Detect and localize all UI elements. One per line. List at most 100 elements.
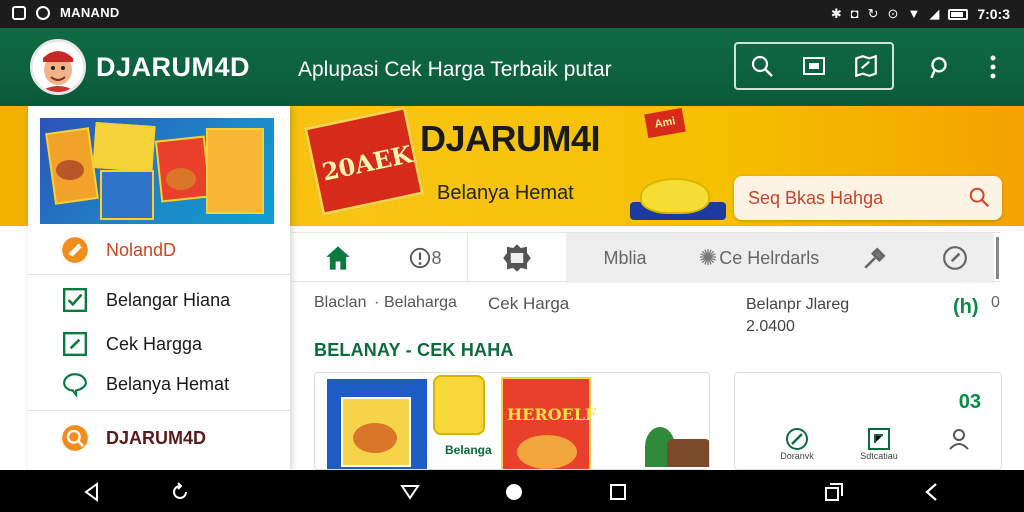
- app-bar: DJARUM4D Aplupasi Cek Harga Terbaik puta…: [0, 28, 1024, 106]
- product-image-1[interactable]: [327, 379, 427, 469]
- tool-icon: [864, 247, 886, 269]
- product-card[interactable]: Belanga HEROELF: [314, 372, 710, 470]
- banner-banana: [640, 178, 710, 214]
- search-icon[interactable]: [968, 186, 990, 213]
- product-image-3[interactable]: HEROELF: [501, 377, 596, 469]
- carrier-label: MANAND: [60, 5, 120, 20]
- drawer-divider: [28, 274, 290, 275]
- check-icon: [60, 285, 90, 315]
- action-user[interactable]: [931, 427, 987, 451]
- badge-count: 0: [991, 294, 1000, 311]
- drawer-item-label: NolandD: [106, 239, 177, 260]
- action-count: 03: [958, 391, 981, 413]
- tab-badge[interactable]: [468, 233, 566, 283]
- tab-helrdarls[interactable]: ✺ Ce Helrdarls: [684, 233, 834, 283]
- brand-icon: [60, 423, 90, 453]
- app-subtitle: Aplupasi Cek Harga Terbaik putar: [298, 58, 612, 81]
- avatar[interactable]: [30, 39, 86, 95]
- pen-icon: [786, 428, 808, 450]
- price-label: Belanpr Jlareg: [746, 296, 850, 313]
- breadcrumb-item-3[interactable]: Cek Harga: [488, 294, 569, 314]
- action-resize[interactable]: Sdtcatiau: [851, 427, 907, 461]
- location-icon[interactable]: [924, 52, 954, 82]
- tab-tool[interactable]: [834, 233, 916, 283]
- banner-product-pack: 20AEK: [303, 106, 425, 216]
- drawer-item-belangar[interactable]: Belangar Hiana: [28, 280, 290, 320]
- action-draw[interactable]: Doranvk: [769, 427, 825, 461]
- message-icon: [12, 5, 26, 20]
- price-value: 2.0400: [746, 318, 795, 335]
- banner-brand: DJARUM4I: [420, 118, 601, 159]
- chat-icon: [60, 369, 90, 399]
- home-icon: [326, 246, 350, 270]
- product-caption: Belanga: [445, 443, 492, 457]
- sync-icon: ↻: [867, 6, 879, 21]
- drawer-item-brand[interactable]: DJARUM4D: [28, 418, 290, 458]
- search-icon[interactable]: [746, 50, 778, 82]
- more-icon[interactable]: [978, 52, 1008, 82]
- price-search-placeholder: Seq Bkas Hahga: [748, 188, 884, 208]
- tab-mblia[interactable]: Mblia: [566, 233, 684, 283]
- user-icon: [949, 429, 969, 450]
- side-drawer: NolandD Belangar Hiana Cek Hargga Belany…: [28, 106, 290, 470]
- down-icon[interactable]: [398, 480, 422, 504]
- tab-mblia-label: Mblia: [603, 247, 647, 268]
- tab-info-count: 8: [431, 247, 442, 268]
- sun-icon: ✺: [698, 245, 718, 270]
- drawer-item-belanya-hemat[interactable]: Belanya Hemat: [28, 364, 290, 404]
- action-draw-label: Doranvk: [780, 451, 814, 461]
- battery-icon: [948, 8, 969, 20]
- price-search-field[interactable]: Seq Bkas Hahga: [734, 176, 1002, 220]
- banner-tagline: Belanya Hemat: [437, 182, 574, 204]
- copy-icon[interactable]: [822, 480, 846, 504]
- breadcrumb-separator: ·: [374, 294, 380, 311]
- toolbar-group: [734, 42, 894, 90]
- breadcrumb-item-2[interactable]: Belaharga: [384, 294, 457, 312]
- drawer-hero-image[interactable]: [40, 118, 274, 224]
- section-title: BELANAY - CEK HAHA: [314, 340, 514, 360]
- signal-icon: ◢: [929, 6, 940, 21]
- settings-icon: ✱: [830, 6, 842, 21]
- alarm-icon: ◘: [850, 6, 859, 21]
- actions-card: 03 Doranvk Sdtcatiau: [734, 372, 1002, 470]
- home-dot-icon[interactable]: [502, 480, 526, 504]
- info-icon: [410, 247, 431, 269]
- map-icon[interactable]: [850, 50, 882, 82]
- status-badge[interactable]: (h): [953, 296, 979, 319]
- drawer-item-label: DJARUM4D: [106, 427, 207, 448]
- product-title: HEROELF: [507, 405, 597, 424]
- drawer-item-noland[interactable]: NolandD: [28, 230, 290, 270]
- tab-info[interactable]: 8: [384, 233, 468, 283]
- app-brand: DJARUM4D: [96, 52, 251, 82]
- category-tabs: 8 Mblia ✺ Ce Helrdarls: [292, 232, 1000, 283]
- drawer-divider: [28, 410, 290, 411]
- pencil-icon: [60, 329, 90, 359]
- tabs-scrollbar[interactable]: [996, 237, 999, 279]
- action-resize-label: Sdtcatiau: [860, 451, 898, 461]
- data-icon: ⊙: [887, 6, 899, 21]
- status-bar: MANAND ✱ ◘ ↻ ⊙ ▼ ◢ 7:0:3: [0, 0, 1024, 28]
- resize-icon: [868, 428, 890, 450]
- badge-icon: [503, 244, 531, 272]
- nolan-icon: [60, 235, 90, 265]
- back-icon[interactable]: [80, 480, 104, 504]
- drawer-item-label: Cek Hargga: [106, 333, 203, 354]
- image-icon[interactable]: [798, 50, 830, 82]
- promo-tag: Ami: [644, 107, 686, 139]
- tab-home[interactable]: [292, 233, 384, 283]
- recents-icon[interactable]: [606, 480, 630, 504]
- notification-icon: [36, 5, 50, 20]
- compass-icon: [943, 246, 967, 270]
- tab-helrdarls-label: Ce Helrdarls: [719, 247, 820, 268]
- breadcrumb-item-1[interactable]: Blaclan: [314, 294, 366, 312]
- refresh-icon[interactable]: [168, 480, 192, 504]
- wifi-icon: ▼: [907, 6, 921, 21]
- drawer-item-cek-harga[interactable]: Cek Hargga: [28, 324, 290, 364]
- system-nav-bar: [0, 470, 1024, 512]
- product-image-2[interactable]: [433, 375, 485, 435]
- tab-compass[interactable]: [916, 233, 994, 283]
- product-cake: [667, 439, 709, 467]
- drawer-item-label: Belanya Hemat: [106, 373, 230, 394]
- back-arrow-icon[interactable]: [920, 480, 944, 504]
- drawer-item-label: Belangar Hiana: [106, 289, 231, 310]
